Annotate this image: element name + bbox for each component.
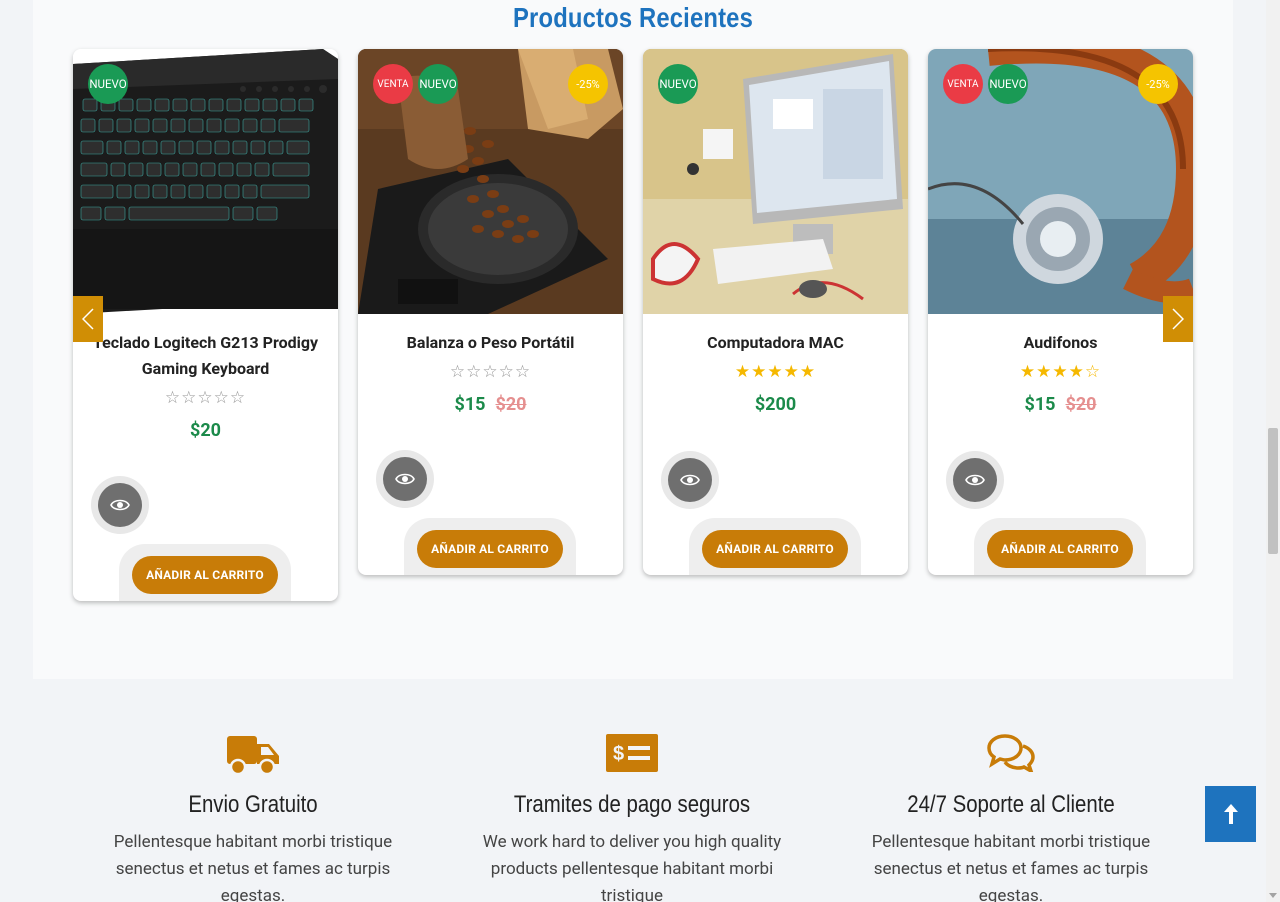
product-image[interactable]: NUEVO xyxy=(73,49,338,314)
feature-text: We work hard to deliver you high quality… xyxy=(482,832,782,902)
svg-text:$: $ xyxy=(613,743,624,765)
money-bill-icon: $ xyxy=(606,734,658,772)
rating-stars: ☆☆☆☆☆ xyxy=(164,388,247,408)
eye-icon xyxy=(680,474,700,486)
feature-title: Tramites de pago seguros xyxy=(513,791,751,818)
badge-sale: VENTA xyxy=(943,64,983,104)
feature-title: Envio Gratuito xyxy=(188,791,318,818)
feature-text: Pellentesque habitant morbi tristique se… xyxy=(871,832,1151,902)
comments-icon xyxy=(987,734,1035,772)
price: $15 xyxy=(1024,394,1056,415)
badge-new: NUEVO xyxy=(658,64,698,104)
badge-new: NUEVO xyxy=(418,64,458,104)
old-price: $20 xyxy=(495,394,527,415)
product-name[interactable]: Balanza o Peso Portátil xyxy=(358,330,623,356)
product-image[interactable]: VENTA NUEVO -25% xyxy=(358,49,623,314)
badge-new: NUEVO xyxy=(88,64,128,104)
cart-area: AÑADIR AL CARRITO xyxy=(689,518,861,575)
quick-view-button[interactable] xyxy=(91,476,149,534)
eye-icon xyxy=(110,499,130,511)
badge-sale: VENTA xyxy=(373,64,413,104)
scrollbar-down-arrow[interactable] xyxy=(1269,893,1277,898)
add-to-cart-button[interactable]: AÑADIR AL CARRITO xyxy=(417,530,563,568)
product-name[interactable]: Teclado Logitech G213 Prodigy Gaming Key… xyxy=(73,330,338,382)
feature-item: Envio Gratuito Pellentesque habitant mor… xyxy=(70,679,436,902)
badge-new: NUEVO xyxy=(988,64,1028,104)
truck-icon xyxy=(227,736,279,776)
chevron-right-icon xyxy=(1172,308,1184,330)
price: $15 xyxy=(454,394,486,415)
feature-item: 24/7 Soporte al Cliente Pellentesque hab… xyxy=(828,679,1194,902)
rating-stars: ★★★★★ xyxy=(734,362,817,382)
price: $200 xyxy=(754,394,797,415)
feature-item: $ Tramites de pago seguros We work hard … xyxy=(449,679,815,902)
product-name[interactable]: Computadora MAC xyxy=(643,330,908,356)
scrollbar-thumb[interactable] xyxy=(1268,428,1278,554)
price-block: $200 xyxy=(643,394,908,418)
product-card: VENTA NUEVO -25% Audifonos ★★★★☆ $15 $20 … xyxy=(928,49,1193,575)
eye-icon xyxy=(965,474,985,486)
price-block: $15 $20 xyxy=(928,394,1193,418)
product-name[interactable]: Audifonos xyxy=(928,330,1193,356)
feature-text: Pellentesque habitant morbi tristique se… xyxy=(113,832,393,902)
page-scrollbar[interactable] xyxy=(1266,0,1280,902)
price-block: $15 $20 xyxy=(358,394,623,418)
badge-discount: -25% xyxy=(568,64,608,104)
carousel-next-button[interactable] xyxy=(1163,296,1193,342)
price: $20 xyxy=(190,420,221,441)
product-image[interactable]: VENTA NUEVO -25% xyxy=(928,49,1193,314)
eye-icon xyxy=(395,473,415,485)
cart-area: AÑADIR AL CARRITO xyxy=(974,518,1146,575)
add-to-cart-button[interactable]: AÑADIR AL CARRITO xyxy=(132,556,278,594)
chevron-left-icon xyxy=(82,308,94,330)
quick-view-button[interactable] xyxy=(376,450,434,508)
arrow-up-icon xyxy=(1223,804,1238,824)
add-to-cart-button[interactable]: AÑADIR AL CARRITO xyxy=(987,530,1133,568)
product-card: NUEVO Teclado Logitech G213 Prodigy Gami… xyxy=(73,49,338,601)
back-to-top-button[interactable] xyxy=(1205,786,1256,842)
features-section: Envio Gratuito Pellentesque habitant mor… xyxy=(70,679,1194,902)
badge-discount: -25% xyxy=(1138,64,1178,104)
carousel-prev-button[interactable] xyxy=(73,296,103,342)
quick-view-button[interactable] xyxy=(946,451,1004,509)
rating-stars: ★★★★☆ xyxy=(1019,362,1102,382)
old-price: $20 xyxy=(1065,394,1097,415)
recent-products-section: Productos Recientes NUEVO Teclado Logite… xyxy=(33,0,1233,679)
product-card: NUEVO Computadora MAC ★★★★★ $200 AÑADIR … xyxy=(643,49,908,575)
section-title: Productos Recientes xyxy=(513,2,753,33)
product-card: VENTA NUEVO -25% Balanza o Peso Portátil… xyxy=(358,49,623,575)
price-block: $20 xyxy=(73,420,338,444)
feature-title: 24/7 Soporte al Cliente xyxy=(907,791,1115,818)
quick-view-button[interactable] xyxy=(661,451,719,509)
cart-area: AÑADIR AL CARRITO xyxy=(119,544,291,601)
cart-area: AÑADIR AL CARRITO xyxy=(404,518,576,575)
rating-stars: ☆☆☆☆☆ xyxy=(449,362,532,382)
product-image[interactable]: NUEVO xyxy=(643,49,908,314)
add-to-cart-button[interactable]: AÑADIR AL CARRITO xyxy=(702,530,848,568)
